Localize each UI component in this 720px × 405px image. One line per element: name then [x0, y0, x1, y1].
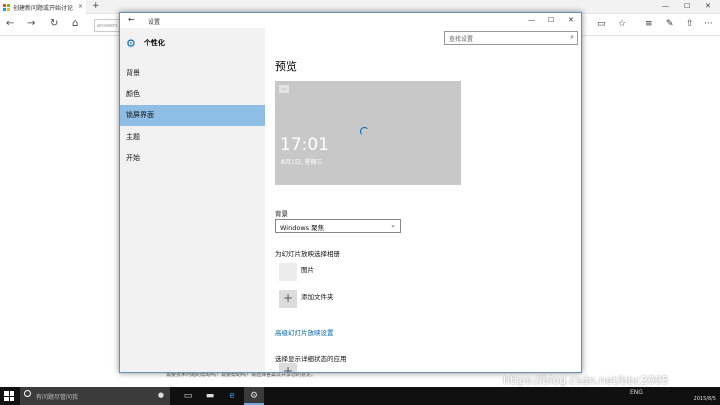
more-icon[interactable]: ···	[704, 19, 713, 29]
new-tab-button[interactable]: +	[92, 1, 100, 11]
section-header: ⚙ 个性化	[120, 28, 265, 58]
file-explorer-icon[interactable]: ▬	[200, 387, 220, 405]
window-title: 设置	[148, 19, 161, 26]
browser-maximize-button[interactable]: ☐	[684, 2, 690, 10]
album-item-pictures[interactable]: 图片	[301, 264, 314, 274]
maximize-button[interactable]: ☐	[548, 16, 554, 24]
favorite-star-icon[interactable]: ☆	[618, 19, 626, 29]
reading-view-icon[interactable]: ▭	[597, 19, 606, 29]
tab-close-icon[interactable]: ×	[78, 3, 83, 10]
browser-tab[interactable]: 创建新问题或开始讨论 ×	[0, 0, 86, 14]
microphone-icon[interactable]: ●	[158, 391, 164, 399]
advanced-slideshow-link[interactable]: 高级幻灯片放映设置	[275, 327, 334, 337]
taskbar: 有问题尽管问我 ● ▭ ▬ e ⚙ ENG 2015/8/5	[0, 387, 720, 405]
preview-heading: 预览	[275, 60, 297, 73]
settings-window: ← 设置 — ☐ ✕ ⚙ 个性化 背景 颜色 锁屏界面 主题 开始 预览 ▭ 1…	[119, 12, 582, 373]
settings-sidebar: ⚙ 个性化 背景 颜色 锁屏界面 主题 开始	[120, 28, 265, 372]
tab-title: 创建新问题或开始讨论	[13, 4, 74, 12]
add-folder-label[interactable]: 添加文件夹	[301, 291, 334, 301]
sidebar-item-lock-screen[interactable]: 锁屏界面	[120, 105, 265, 126]
refresh-icon[interactable]: ↻	[50, 19, 58, 29]
hub-icon[interactable]: ≡	[645, 19, 653, 29]
settings-titlebar: ← 设置 — ☐ ✕	[120, 13, 581, 28]
gear-icon: ⚙	[126, 36, 136, 50]
taskbar-search-placeholder: 有问题尽管问我	[36, 394, 79, 401]
add-folder-button[interactable]: +	[279, 290, 297, 308]
close-button[interactable]: ✕	[568, 16, 574, 24]
album-thumbnail[interactable]	[279, 263, 297, 281]
background-dropdown[interactable]: Windows 聚焦 ⌄	[275, 219, 401, 233]
preview-date: 8月1日, 星期三	[281, 159, 323, 166]
tray-language[interactable]: ENG	[630, 389, 643, 396]
settings-search-input[interactable]: 查找设置 ⌕	[444, 31, 578, 45]
edge-icon[interactable]: e	[222, 387, 242, 405]
task-view-icon[interactable]: ▭	[178, 387, 198, 405]
sidebar-item-themes[interactable]: 主题	[120, 127, 265, 148]
lock-screen-preview: ▭ 17:01 8月1日, 星期三	[275, 81, 461, 185]
browser-minimize-button[interactable]: —	[662, 2, 669, 10]
settings-taskbar-icon[interactable]: ⚙	[244, 387, 264, 405]
background-label: 背景	[275, 210, 288, 218]
home-icon[interactable]: ⌂	[72, 19, 78, 29]
tray-date[interactable]: 2015/8/5	[694, 396, 716, 402]
add-detail-app-button[interactable]: +	[279, 363, 297, 372]
start-button[interactable]	[4, 391, 14, 401]
loading-spinner-icon	[360, 127, 369, 136]
taskbar-search-box[interactable]: 有问题尽管问我 ●	[20, 387, 170, 405]
sidebar-item-background[interactable]: 背景	[120, 63, 265, 84]
album-label: 为幻灯片放映选择相册	[275, 250, 340, 258]
settings-content: 预览 ▭ 17:01 8月1日, 星期三 背景 Windows 聚焦 ⌄ 为幻灯…	[265, 28, 581, 372]
search-icon: ⌕	[570, 33, 574, 41]
share-icon[interactable]: ⇧	[686, 19, 694, 29]
back-arrow-icon[interactable]: ←	[6, 19, 14, 29]
section-title: 个性化	[143, 39, 165, 47]
sidebar-item-colors[interactable]: 颜色	[120, 84, 265, 105]
back-arrow-icon[interactable]: ←	[128, 15, 135, 24]
browser-close-button[interactable]: ✕	[705, 2, 711, 10]
chevron-down-icon: ⌄	[390, 221, 396, 229]
minimize-button[interactable]: —	[528, 16, 535, 24]
preview-badge-icon: ▭	[279, 85, 289, 93]
sidebar-item-start[interactable]: 开始	[120, 148, 265, 169]
background-dropdown-value: Windows 聚焦	[280, 224, 325, 232]
watermark-text: https://blog.csdn.net/bbc2005	[503, 374, 669, 387]
web-note-icon[interactable]: ✎	[666, 19, 674, 29]
search-placeholder: 查找设置	[449, 36, 474, 43]
detail-app-label: 选择显示详细状态的应用	[275, 355, 347, 363]
windows-logo-icon	[3, 3, 10, 11]
forward-arrow-icon[interactable]: →	[27, 19, 35, 29]
preview-time: 17:01	[280, 135, 329, 155]
search-icon	[24, 390, 31, 397]
